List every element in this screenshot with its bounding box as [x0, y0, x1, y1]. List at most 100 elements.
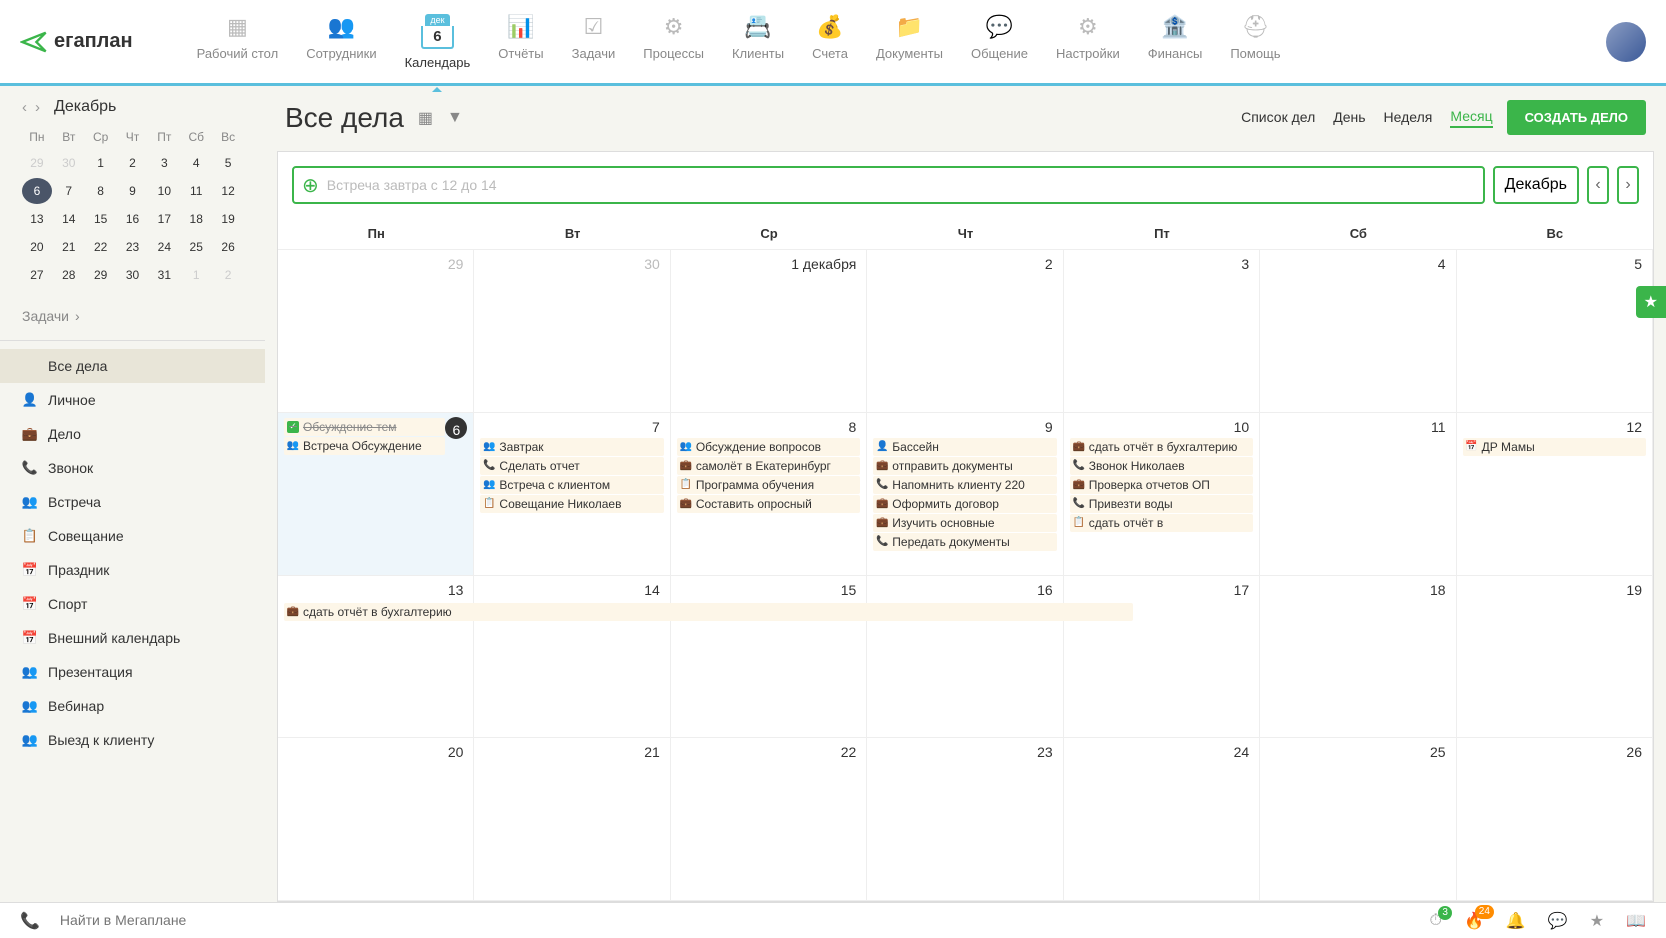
event[interactable]: 📅ДР Мамы: [1463, 438, 1646, 456]
sidebar-item-Праздник[interactable]: 📅Праздник: [0, 553, 265, 587]
month-selector[interactable]: Декабрь: [1493, 166, 1579, 204]
chat-icon[interactable]: 💬: [1548, 911, 1568, 931]
cal-cell[interactable]: 29: [278, 250, 474, 412]
event[interactable]: 👥Встреча Обсуждение: [284, 437, 445, 455]
plus-icon[interactable]: ⊕: [302, 173, 319, 198]
mini-day[interactable]: 30: [118, 262, 148, 288]
cal-cell[interactable]: 19: [1457, 576, 1653, 738]
event[interactable]: 📞Звонок Николаев: [1070, 457, 1253, 475]
cal-cell[interactable]: 21: [474, 738, 670, 900]
mini-day[interactable]: 19: [213, 206, 243, 232]
logo[interactable]: егаплан: [20, 28, 133, 56]
mini-day[interactable]: 1: [86, 150, 116, 176]
view-tab-Список дел[interactable]: Список дел: [1241, 109, 1315, 127]
nav-Финансы[interactable]: 🏦Финансы: [1134, 6, 1217, 78]
cal-cell[interactable]: 3: [1064, 250, 1260, 412]
mini-cal-prev[interactable]: ‹: [22, 99, 27, 116]
mini-day[interactable]: 21: [54, 234, 84, 260]
bell-icon[interactable]: 🔔: [1506, 911, 1526, 931]
nav-Счета[interactable]: 💰Счета: [798, 6, 862, 78]
event[interactable]: 💼отправить документы: [873, 457, 1056, 475]
cal-cell[interactable]: 8👥Обсуждение вопросов💼самолёт в Екатерин…: [671, 413, 867, 575]
sidebar-item-Встреча[interactable]: 👥Встреча: [0, 485, 265, 519]
mini-day[interactable]: 14: [54, 206, 84, 232]
sidebar-item-Совещание[interactable]: 📋Совещание: [0, 519, 265, 553]
mini-day[interactable]: 22: [86, 234, 116, 260]
phone-icon[interactable]: 📞: [20, 911, 40, 931]
mini-cal-next[interactable]: ›: [35, 99, 40, 116]
quick-add-input[interactable]: [327, 177, 1475, 193]
event[interactable]: 💼Оформить договор: [873, 495, 1056, 513]
mini-day[interactable]: 20: [22, 234, 52, 260]
filter-icon[interactable]: ▼: [447, 109, 463, 127]
event[interactable]: 📞Передать документы: [873, 533, 1056, 551]
cal-cell[interactable]: 30: [474, 250, 670, 412]
event[interactable]: 📞Привезти воды: [1070, 495, 1253, 513]
sidebar-item-Внешний календарь[interactable]: 📅Внешний календарь: [0, 621, 265, 655]
event[interactable]: 👤Бассейн: [873, 438, 1056, 456]
event[interactable]: 📋Программа обучения: [677, 476, 860, 494]
mini-day[interactable]: 10: [149, 178, 179, 204]
cal-cell[interactable]: 23: [867, 738, 1063, 900]
mini-day[interactable]: 2: [213, 262, 243, 288]
mini-day[interactable]: 25: [181, 234, 211, 260]
star-icon[interactable]: ★: [1590, 911, 1604, 931]
cal-cell[interactable]: 2: [867, 250, 1063, 412]
mini-day[interactable]: 28: [54, 262, 84, 288]
sidebar-item-Звонок[interactable]: 📞Звонок: [0, 451, 265, 485]
nav-Задачи[interactable]: ☑Задачи: [558, 6, 630, 78]
mini-day[interactable]: 7: [54, 178, 84, 204]
view-tab-Месяц[interactable]: Месяц: [1450, 108, 1492, 128]
tasks-link[interactable]: Задачи›: [0, 300, 265, 332]
mini-day[interactable]: 29: [22, 150, 52, 176]
user-avatar[interactable]: [1606, 22, 1646, 62]
fire-icon[interactable]: 🔥24: [1464, 911, 1484, 931]
nav-Отчёты[interactable]: 📊Отчёты: [484, 6, 557, 78]
cal-cell[interactable]: 7👥Завтрак📞Сделать отчет👥Встреча с клиент…: [474, 413, 670, 575]
mini-day[interactable]: 9: [118, 178, 148, 204]
event-span[interactable]: 💼сдать отчёт в бухгалтерию: [284, 603, 1133, 621]
event[interactable]: 💼самолёт в Екатеринбург: [677, 457, 860, 475]
nav-Помощь[interactable]: ⛑Помощь: [1216, 6, 1294, 78]
cal-cell[interactable]: 18: [1260, 576, 1456, 738]
cal-next[interactable]: ›: [1617, 166, 1639, 204]
cal-cell[interactable]: 13💼сдать отчёт в бухгалтерию: [278, 576, 474, 738]
sidebar-item-Вебинар[interactable]: 👥Вебинар: [0, 689, 265, 723]
mini-day[interactable]: 8: [86, 178, 116, 204]
nav-Процессы[interactable]: ⚙Процессы: [629, 6, 718, 78]
event[interactable]: 👥Обсуждение вопросов: [677, 438, 860, 456]
mini-day[interactable]: 26: [213, 234, 243, 260]
mini-day[interactable]: 5: [213, 150, 243, 176]
cal-cell[interactable]: 11: [1260, 413, 1456, 575]
cal-prev[interactable]: ‹: [1587, 166, 1609, 204]
cal-cell[interactable]: 20: [278, 738, 474, 900]
mini-day[interactable]: 27: [22, 262, 52, 288]
cal-cell[interactable]: 25: [1260, 738, 1456, 900]
view-tab-День[interactable]: День: [1333, 109, 1365, 127]
mini-day[interactable]: 31: [149, 262, 179, 288]
mini-day[interactable]: 18: [181, 206, 211, 232]
nav-Настройки[interactable]: ⚙Настройки: [1042, 6, 1134, 78]
event[interactable]: 📞Сделать отчет: [480, 457, 663, 475]
cal-cell[interactable]: 17: [1064, 576, 1260, 738]
event[interactable]: 💼Изучить основные: [873, 514, 1056, 532]
nav-Документы[interactable]: 📁Документы: [862, 6, 957, 78]
mini-day[interactable]: 6: [22, 178, 52, 204]
mini-day[interactable]: 29: [86, 262, 116, 288]
mini-day[interactable]: 16: [118, 206, 148, 232]
mini-day[interactable]: 24: [149, 234, 179, 260]
list-icon[interactable]: ▦: [418, 108, 433, 128]
mini-day[interactable]: 15: [86, 206, 116, 232]
cal-cell[interactable]: 10💼сдать отчёт в бухгалтерию📞Звонок Нико…: [1064, 413, 1260, 575]
sidebar-item-Презентация[interactable]: 👥Презентация: [0, 655, 265, 689]
mini-day[interactable]: 4: [181, 150, 211, 176]
event[interactable]: 💼сдать отчёт в бухгалтерию: [1070, 438, 1253, 456]
mini-day[interactable]: 13: [22, 206, 52, 232]
cal-cell[interactable]: 12📅ДР Мамы: [1457, 413, 1653, 575]
star-tab[interactable]: ★: [1636, 286, 1666, 318]
cal-cell[interactable]: 24: [1064, 738, 1260, 900]
event[interactable]: 📋сдать отчёт в: [1070, 514, 1253, 532]
event[interactable]: 📞Напомнить клиенту 220: [873, 476, 1056, 494]
cal-cell[interactable]: 9👤Бассейн💼отправить документы📞Напомнить …: [867, 413, 1063, 575]
event[interactable]: 💼Проверка отчетов ОП: [1070, 476, 1253, 494]
